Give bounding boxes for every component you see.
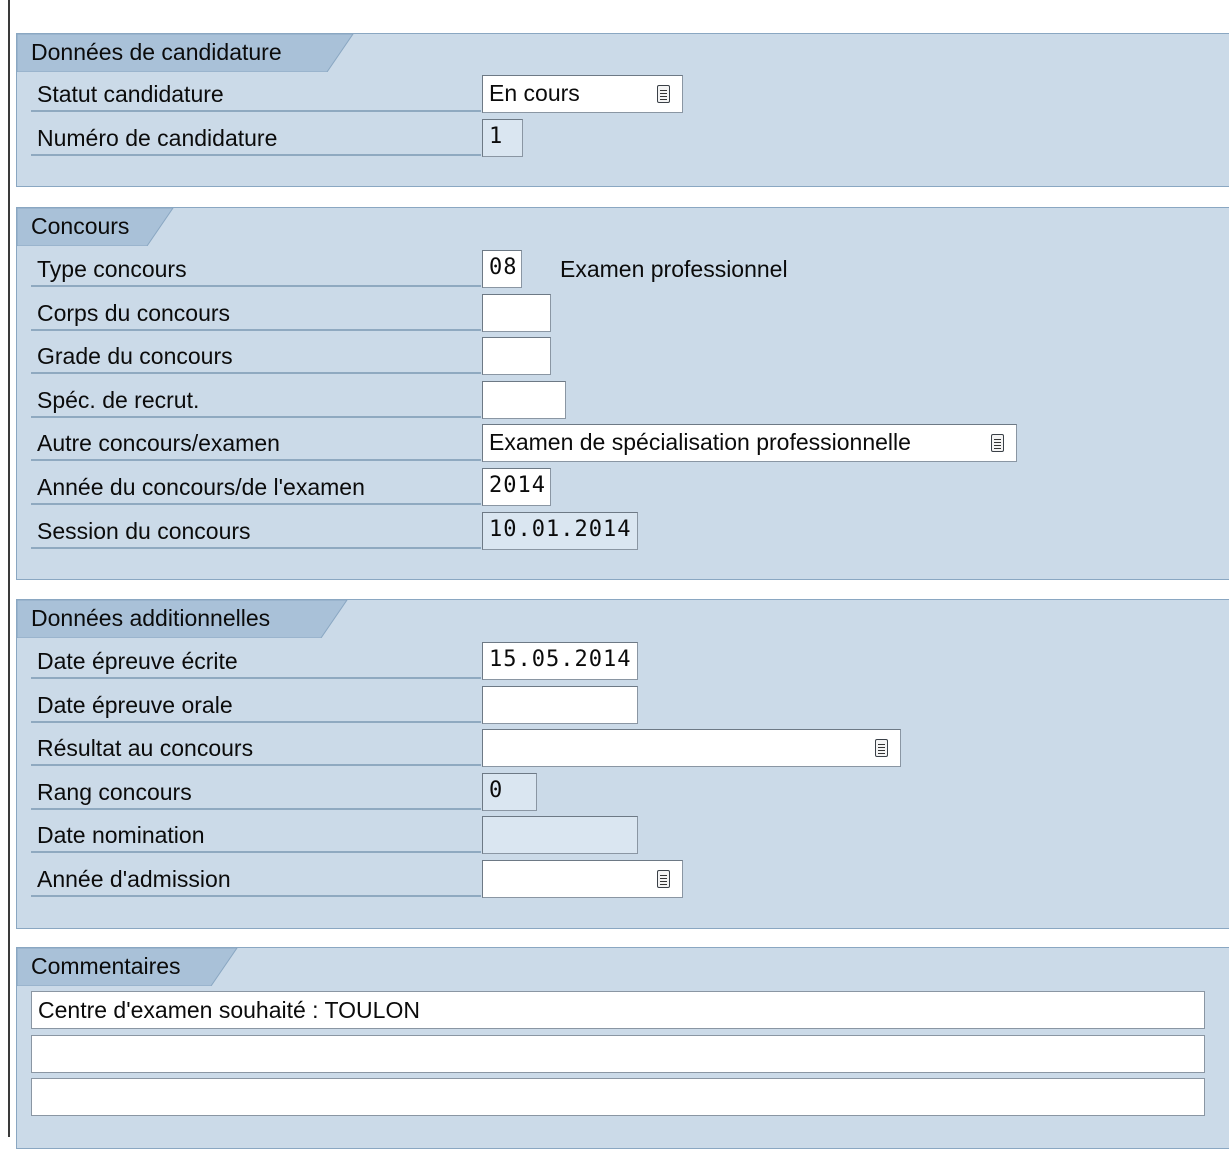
label-annee-concours: Année du concours/de l'examen <box>31 469 481 505</box>
annee-concours-field[interactable]: 2014 <box>482 468 551 506</box>
group-title: Concours <box>31 213 130 239</box>
label-resultat-concours: Résultat au concours <box>31 730 481 766</box>
statut-candidature-value: En cours <box>489 80 580 106</box>
date-epreuve-ecrite-field[interactable]: 15.05.2014 <box>482 642 638 680</box>
comment-line-1[interactable]: Centre d'examen souhaité : TOULON <box>31 991 1205 1029</box>
group-title: Commentaires <box>31 953 181 979</box>
spec-recrutement-field[interactable] <box>482 381 566 419</box>
list-picker-icon[interactable] <box>657 85 670 103</box>
group-donnees-additionnelles: Données additionnelles Date épreuve écri… <box>16 599 1229 929</box>
label-rang-concours: Rang concours <box>31 774 481 810</box>
grade-concours-field[interactable] <box>482 337 551 375</box>
label-numero-candidature: Numéro de candidature <box>31 120 481 156</box>
session-concours-field: 10.01.2014 <box>482 512 638 550</box>
label-corps-concours: Corps du concours <box>31 295 481 331</box>
comment-line-3[interactable] <box>31 1078 1205 1116</box>
label-spec-recrutement: Spéc. de recrut. <box>31 382 481 418</box>
label-type-concours: Type concours <box>31 251 481 287</box>
type-concours-description: Examen professionnel <box>560 256 788 282</box>
autre-concours-select[interactable]: Examen de spécialisation professionnelle <box>482 424 1017 462</box>
list-picker-icon[interactable] <box>991 434 1004 452</box>
statut-candidature-select[interactable]: En cours <box>482 75 683 113</box>
label-date-nomination: Date nomination <box>31 817 481 853</box>
label-statut-candidature: Statut candidature <box>31 76 481 112</box>
autre-concours-value: Examen de spécialisation professionnelle <box>489 429 911 455</box>
group-commentaires: Commentaires Centre d'examen souhaité : … <box>16 947 1229 1149</box>
label-session-concours: Session du concours <box>31 513 481 549</box>
date-nomination-field <box>482 816 638 854</box>
group-title: Données additionnelles <box>31 605 271 631</box>
label-autre-concours: Autre concours/examen <box>31 425 481 461</box>
group-concours: Concours Type concours 08 Examen profess… <box>16 207 1229 580</box>
numero-candidature-field: 1 <box>482 119 523 157</box>
date-epreuve-orale-field[interactable] <box>482 686 638 724</box>
group-title: Données de candidature <box>31 39 282 65</box>
list-picker-icon[interactable] <box>657 870 670 888</box>
type-concours-field[interactable]: 08 <box>482 250 522 288</box>
window-left-edge <box>8 0 10 1137</box>
rang-concours-field: 0 <box>482 773 537 811</box>
corps-concours-field[interactable] <box>482 294 551 332</box>
annee-admission-select[interactable] <box>482 860 683 898</box>
label-grade-concours: Grade du concours <box>31 338 481 374</box>
group-donnees-candidature: Données de candidature Statut candidatur… <box>16 33 1229 187</box>
resultat-concours-select[interactable] <box>482 729 901 767</box>
comment-line-2[interactable] <box>31 1035 1205 1073</box>
label-date-epreuve-ecrite: Date épreuve écrite <box>31 643 481 679</box>
label-date-epreuve-orale: Date épreuve orale <box>31 687 481 723</box>
list-picker-icon[interactable] <box>875 739 888 757</box>
label-annee-admission: Année d'admission <box>31 861 481 897</box>
